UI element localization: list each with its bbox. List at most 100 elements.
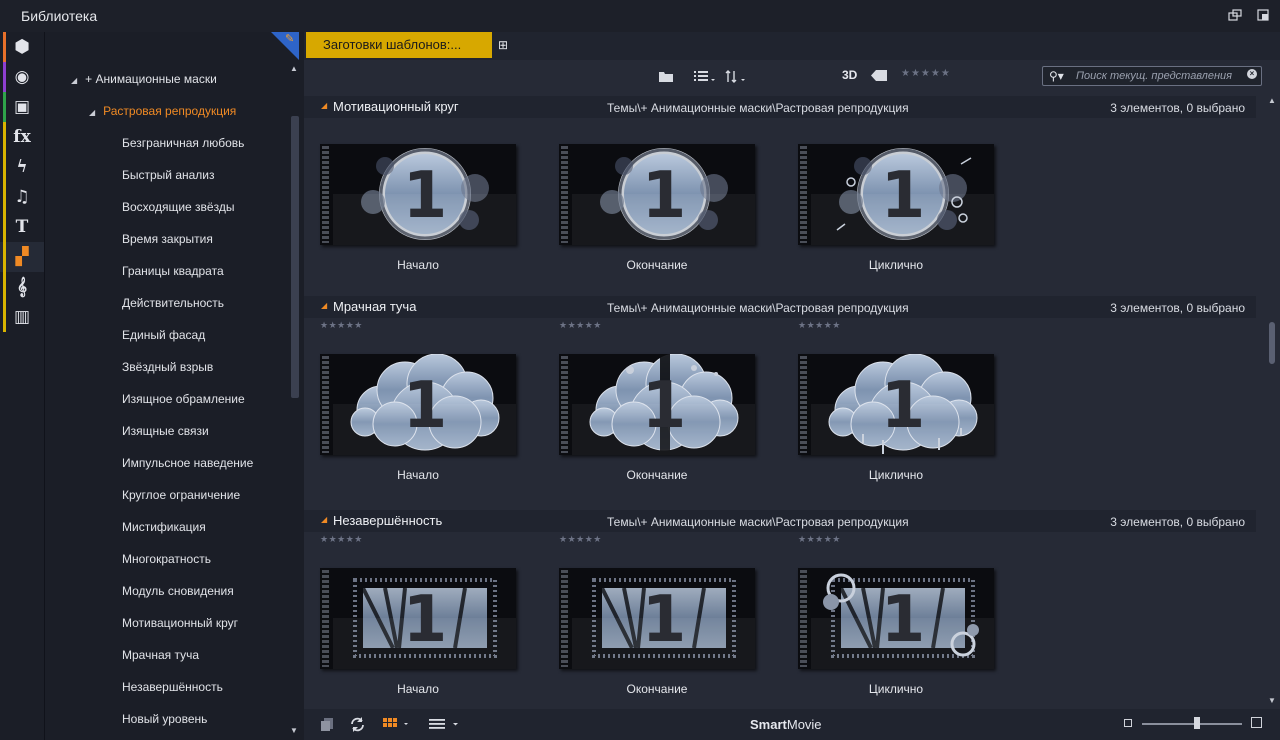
- search-input[interactable]: Поиск текущ. представления: [1076, 70, 1232, 82]
- item-rating[interactable]: ★★★★★: [798, 320, 841, 331]
- collapse-arrow-icon[interactable]: ◢: [321, 101, 327, 110]
- template-item[interactable]: ★★★★★ 1 Окончание: [543, 532, 755, 709]
- rail-item-treble-clef[interactable]: 𝄞: [0, 272, 44, 302]
- section-path: Темы\+ Анимационные маски\Растровая репр…: [607, 301, 909, 315]
- template-item[interactable]: 1 Окончание: [543, 118, 755, 296]
- tree-item[interactable]: Восходящие звёзды: [122, 200, 234, 214]
- tree-item[interactable]: Время закрытия: [122, 232, 213, 246]
- search-box[interactable]: ⚲▾ Поиск текущ. представления ×: [1042, 66, 1262, 86]
- tree-item[interactable]: Незавершённость: [122, 680, 223, 694]
- tree-item[interactable]: Круглое ограничение: [122, 488, 240, 502]
- scroll-down-icon[interactable]: ▼: [1268, 696, 1276, 705]
- template-item[interactable]: ★★★★★ 1 Циклично: [782, 532, 994, 709]
- template-thumbnail[interactable]: 1: [798, 568, 994, 669]
- tree-item[interactable]: Новый уровень: [122, 712, 207, 726]
- template-thumbnail[interactable]: 1: [559, 353, 755, 455]
- film-perforation: [561, 570, 568, 667]
- rail-item-fx[interactable]: fx: [0, 122, 44, 152]
- list-view-icon[interactable]: [694, 70, 716, 83]
- scroll-up-icon[interactable]: ▲: [1268, 96, 1276, 105]
- template-item[interactable]: ★★★★★ 1 Циклично: [782, 318, 994, 510]
- template-thumbnail[interactable]: 1: [559, 568, 755, 669]
- tree-item[interactable]: Многократность: [122, 552, 211, 566]
- folder-icon[interactable]: [658, 70, 674, 83]
- tree-item[interactable]: Изящные связи: [122, 424, 209, 438]
- pin-icon[interactable]: ✎: [285, 32, 294, 45]
- zoom-slider-knob[interactable]: [1194, 717, 1200, 729]
- item-rating[interactable]: ★★★★★: [320, 320, 363, 331]
- template-thumbnail[interactable]: 1: [798, 144, 994, 245]
- clear-search-icon[interactable]: ×: [1247, 69, 1257, 79]
- template-thumbnail[interactable]: 1: [320, 144, 516, 245]
- template-thumbnail[interactable]: 1: [320, 353, 516, 455]
- tree-item[interactable]: Единый фасад: [122, 328, 205, 342]
- tree-item[interactable]: Импульсное наведение: [122, 456, 253, 470]
- template-item[interactable]: ★★★★★ 1 Начало: [304, 532, 516, 709]
- template-item[interactable]: ★★★★★ 1 Окончание: [543, 318, 755, 510]
- section-path: Темы\+ Анимационные маски\Растровая репр…: [607, 101, 909, 115]
- tab-templates[interactable]: Заготовки шаблонов:...: [306, 32, 492, 58]
- tree-selected-node[interactable]: ◢ Растровая репродукция: [89, 104, 236, 118]
- scroll-up-icon[interactable]: ▲: [290, 64, 298, 73]
- undock-icon[interactable]: [1228, 8, 1242, 22]
- rail-item-film-reel[interactable]: ◉: [0, 62, 44, 92]
- rail-item-piano[interactable]: ▥: [0, 302, 44, 332]
- zoom-in-icon[interactable]: [1251, 717, 1262, 728]
- template-item[interactable]: 1 Циклично: [782, 118, 994, 296]
- rail-item-project-bin[interactable]: ⬢: [0, 32, 44, 62]
- tree-item[interactable]: Действительность: [122, 296, 224, 310]
- section-header[interactable]: ◢ Мрачная туча Темы\+ Анимационные маски\Р…: [304, 296, 1256, 318]
- template-item[interactable]: ★★★★★ 1 Начало: [304, 318, 516, 510]
- item-rating[interactable]: ★★★★★: [559, 320, 602, 331]
- template-item[interactable]: 1 Начало: [304, 118, 516, 296]
- sync-icon[interactable]: [350, 717, 365, 732]
- film-perforation: [800, 146, 807, 243]
- section-header[interactable]: ◢ Мотивационный круг Темы\+ Анимационные м…: [304, 96, 1256, 118]
- library-window: Библиотека ⬢ ◉ ▣ fx ϟ ♫ T ▞ 𝄞 ▥ ✎ ◢ + Анимационные…: [0, 0, 1280, 740]
- zoom-slider[interactable]: [1142, 723, 1242, 725]
- template-thumbnail[interactable]: 1: [559, 144, 755, 245]
- item-rating[interactable]: ★★★★★: [320, 534, 363, 545]
- svg-text:1: 1: [403, 583, 448, 657]
- tree-item[interactable]: Модуль сновидения: [122, 584, 234, 598]
- sort-icon[interactable]: [725, 70, 747, 83]
- copy-icon[interactable]: [320, 717, 334, 732]
- tree-item[interactable]: Быстрый анализ: [122, 168, 215, 182]
- tree-item[interactable]: Границы квадрата: [122, 264, 224, 278]
- rating-filter[interactable]: ★★★★★: [901, 68, 951, 79]
- tree-item[interactable]: Мрачная туча: [122, 648, 199, 662]
- grid-view-icon[interactable]: [383, 718, 409, 730]
- rail-item-templates[interactable]: ▞: [0, 242, 44, 272]
- tree-item[interactable]: Звёздный взрыв: [122, 360, 213, 374]
- zoom-out-icon[interactable]: [1124, 719, 1132, 727]
- menu-icon[interactable]: [429, 718, 461, 730]
- tree-item[interactable]: Мотивационный круг: [122, 616, 238, 630]
- rail-item-title-t[interactable]: T: [0, 212, 44, 242]
- restore-icon[interactable]: [1256, 8, 1270, 22]
- scrollbar-thumb[interactable]: [1269, 322, 1275, 364]
- template-thumbnail[interactable]: 1: [320, 568, 516, 669]
- grid-scrollbar[interactable]: ▲ ▼: [1264, 92, 1280, 709]
- tag-icon[interactable]: [871, 70, 887, 81]
- tree-scrollbar-thumb[interactable]: [291, 116, 299, 398]
- section-header[interactable]: ◢ Незавершённость Темы\+ Анимационные маск…: [304, 510, 1256, 532]
- 3d-toggle[interactable]: 3D: [842, 68, 857, 82]
- item-rating[interactable]: ★★★★★: [559, 534, 602, 545]
- tree-item[interactable]: Изящное обрамление: [122, 392, 245, 406]
- rail-item-lightning[interactable]: ϟ: [0, 152, 44, 182]
- collapse-arrow-icon[interactable]: ◢: [89, 108, 95, 117]
- collapse-arrow-icon[interactable]: ◢: [321, 515, 327, 524]
- rail-item-music-note[interactable]: ♫: [0, 182, 44, 212]
- tree-item[interactable]: Безграничная любовь: [122, 136, 244, 150]
- scroll-down-icon[interactable]: ▼: [290, 726, 298, 735]
- template-thumbnail[interactable]: 1: [798, 353, 994, 455]
- add-tab-icon[interactable]: ⊞: [498, 38, 508, 52]
- item-rating[interactable]: ★★★★★: [798, 534, 841, 545]
- tree-item[interactable]: Мистификация: [122, 520, 206, 534]
- tree-parent-node[interactable]: ◢ + Анимационные маски: [71, 72, 217, 86]
- search-icon[interactable]: ⚲▾: [1049, 69, 1064, 83]
- smartmovie-button[interactable]: SmartMovie: [750, 717, 822, 732]
- rail-item-photos[interactable]: ▣: [0, 92, 44, 122]
- collapse-arrow-icon[interactable]: ◢: [321, 301, 327, 310]
- collapse-arrow-icon[interactable]: ◢: [71, 76, 77, 85]
